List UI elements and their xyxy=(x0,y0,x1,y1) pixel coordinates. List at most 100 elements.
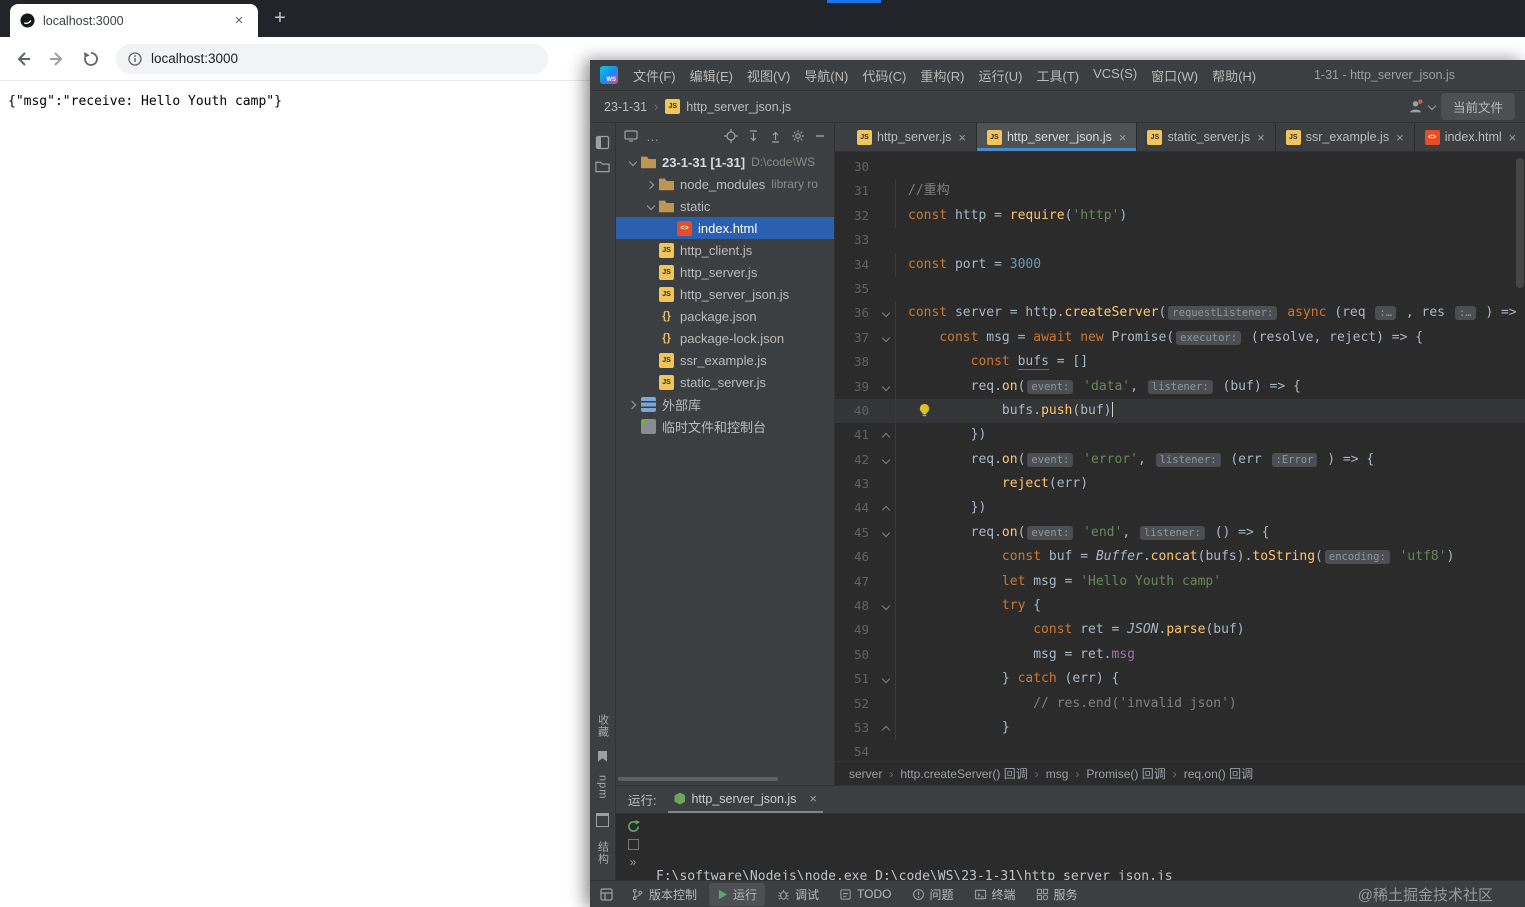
line-number[interactable]: 53 xyxy=(835,716,869,740)
menu-item[interactable]: VCS(S) xyxy=(1086,63,1144,88)
editor-tab[interactable]: http_server_json.js × xyxy=(976,123,1138,151)
tab-close-icon[interactable]: × xyxy=(230,12,248,30)
project-tool-icon[interactable] xyxy=(595,135,610,150)
menu-item[interactable]: 窗口(W) xyxy=(1144,63,1205,88)
fold-icon[interactable] xyxy=(869,667,895,691)
line-number[interactable]: 37 xyxy=(835,326,869,350)
expand-all-icon[interactable] xyxy=(747,129,760,143)
status-todo[interactable]: TODO xyxy=(831,884,899,904)
code-line[interactable]: 42 req.on(event: 'error', listener: (err… xyxy=(835,447,1525,473)
project-header-more[interactable]: … xyxy=(646,129,659,144)
tab-close-icon[interactable]: × xyxy=(1509,130,1517,145)
browser-tab[interactable]: localhost:3000 × xyxy=(10,4,258,37)
line-number[interactable]: 31 xyxy=(835,179,869,203)
menu-item[interactable]: 导航(N) xyxy=(797,63,855,88)
settings-gear-icon[interactable] xyxy=(791,129,805,143)
tool-windows-widget-icon[interactable] xyxy=(600,887,613,901)
line-number[interactable]: 50 xyxy=(835,643,869,667)
code-line[interactable]: 45 req.on(event: 'end', listener: () => … xyxy=(835,520,1525,546)
code-line[interactable]: 43 reject(err) xyxy=(835,472,1525,497)
code-line[interactable]: 44 }) xyxy=(835,496,1525,521)
line-number[interactable]: 49 xyxy=(835,618,869,642)
line-number[interactable]: 52 xyxy=(835,692,869,716)
code-line[interactable]: 38 const bufs = [] xyxy=(835,350,1525,375)
code-line[interactable]: 32 const http = require('http') xyxy=(835,203,1525,229)
collapse-all-icon[interactable] xyxy=(769,130,782,143)
status-debug[interactable]: 调试 xyxy=(769,883,827,906)
status-run[interactable]: 运行 xyxy=(709,882,766,906)
code-line[interactable]: 52 // res.end('invalid json') xyxy=(835,691,1525,716)
run-tab[interactable]: http_server_json.js × xyxy=(668,786,823,813)
breadcrumb-item[interactable]: Promise() 回调 xyxy=(1086,765,1165,782)
line-number[interactable]: 42 xyxy=(835,448,869,472)
menu-item[interactable]: 工具(T) xyxy=(1029,63,1086,88)
line-number[interactable]: 33 xyxy=(835,228,869,252)
line-number[interactable]: 38 xyxy=(835,350,869,374)
code-line[interactable]: 41 }) xyxy=(835,423,1525,448)
run-config-selector[interactable]: 当前文件 xyxy=(1440,93,1515,120)
code-line[interactable]: 35 xyxy=(835,277,1525,301)
menu-item[interactable]: 重构(R) xyxy=(913,63,971,88)
npm-stripe-label[interactable]: npm xyxy=(597,775,609,799)
code-line[interactable]: 40 bufs.push(buf) xyxy=(835,398,1525,424)
tree-item[interactable]: index.html xyxy=(616,217,834,239)
rerun-button[interactable] xyxy=(626,819,641,834)
tool-window-icon[interactable] xyxy=(596,813,609,827)
line-number[interactable]: 30 xyxy=(835,155,869,179)
tree-item[interactable]: static_server.js xyxy=(616,371,834,393)
fold-icon[interactable] xyxy=(869,521,895,545)
code-line[interactable]: 33 xyxy=(835,228,1525,252)
line-number[interactable]: 48 xyxy=(835,594,869,618)
tree-item[interactable]: 外部库 xyxy=(616,393,834,415)
line-number[interactable]: 32 xyxy=(835,204,869,228)
line-number[interactable]: 44 xyxy=(835,496,869,520)
editor[interactable]: 30 31 //重构 32 const http = require('http') 33… xyxy=(835,152,1525,761)
tree-item[interactable]: http_server.js xyxy=(616,261,834,283)
line-number[interactable]: 47 xyxy=(835,570,869,594)
fold-icon[interactable] xyxy=(869,375,895,399)
menu-item[interactable]: 运行(U) xyxy=(971,63,1029,88)
line-number[interactable]: 34 xyxy=(835,253,869,277)
bookmark-icon[interactable] xyxy=(598,750,607,762)
hide-panel-icon[interactable] xyxy=(814,130,826,142)
fold-icon[interactable] xyxy=(869,423,895,447)
code-line[interactable]: 54 xyxy=(835,740,1525,761)
line-number[interactable]: 54 xyxy=(835,740,869,761)
address-bar[interactable]: localhost:3000 xyxy=(116,43,548,74)
favorites-stripe-label[interactable]: 收藏 xyxy=(595,714,611,738)
status-terminal[interactable]: 终端 xyxy=(966,883,1024,906)
tree-item[interactable]: http_server_json.js xyxy=(616,283,834,305)
code-line[interactable]: 36 const server = http.createServer(reque… xyxy=(835,301,1525,326)
breadcrumb-item[interactable]: http.createServer() 回调 xyxy=(900,765,1027,782)
menu-item[interactable]: 视图(V) xyxy=(740,63,797,88)
line-number[interactable]: 35 xyxy=(835,277,869,301)
code-line[interactable]: 37 const msg = await new Promise(executo… xyxy=(835,325,1525,351)
user-icon[interactable] xyxy=(1408,99,1423,114)
code-line[interactable]: 39 req.on(event: 'data', listener: (buf)… xyxy=(835,374,1525,399)
folder-tool-icon[interactable] xyxy=(595,160,610,173)
tree-item[interactable]: package-lock.json xyxy=(616,327,834,349)
editor-tab[interactable]: static_server.js × xyxy=(1137,123,1276,151)
line-number[interactable]: 51 xyxy=(835,667,869,691)
breadcrumb-item[interactable]: msg xyxy=(1046,767,1069,781)
breadcrumb-project[interactable]: 23-1-31 xyxy=(604,100,647,114)
code-line[interactable]: 30 xyxy=(835,155,1525,179)
code-line[interactable]: 51 } catch (err) { xyxy=(835,667,1525,692)
console-output[interactable]: F:\software\Nodejs\node.exe D:\code\WS\2… xyxy=(650,814,1179,880)
tab-close-icon[interactable]: × xyxy=(1119,130,1127,145)
tree-item[interactable]: node_modules library ro xyxy=(616,173,834,195)
chevron-icon[interactable] xyxy=(626,393,641,415)
tree-item[interactable]: http_client.js xyxy=(616,239,834,261)
code-line[interactable]: 34 const port = 3000 xyxy=(835,252,1525,277)
menu-item[interactable]: 编辑(E) xyxy=(683,63,740,88)
tree-item[interactable]: ssr_example.js xyxy=(616,349,834,371)
tree-item[interactable]: 临时文件和控制台 xyxy=(616,415,834,437)
fold-icon[interactable] xyxy=(869,448,895,472)
line-number[interactable]: 46 xyxy=(835,545,869,569)
more-actions-button[interactable]: » xyxy=(630,855,637,869)
horizontal-scrollbar[interactable] xyxy=(618,777,778,781)
fold-icon[interactable] xyxy=(869,594,895,618)
tree-item[interactable]: 23-1-31 [1-31] D:\code\WS xyxy=(616,151,834,173)
tab-close-icon[interactable]: × xyxy=(958,130,966,145)
editor-tab[interactable]: ssr_example.js × xyxy=(1276,123,1415,151)
